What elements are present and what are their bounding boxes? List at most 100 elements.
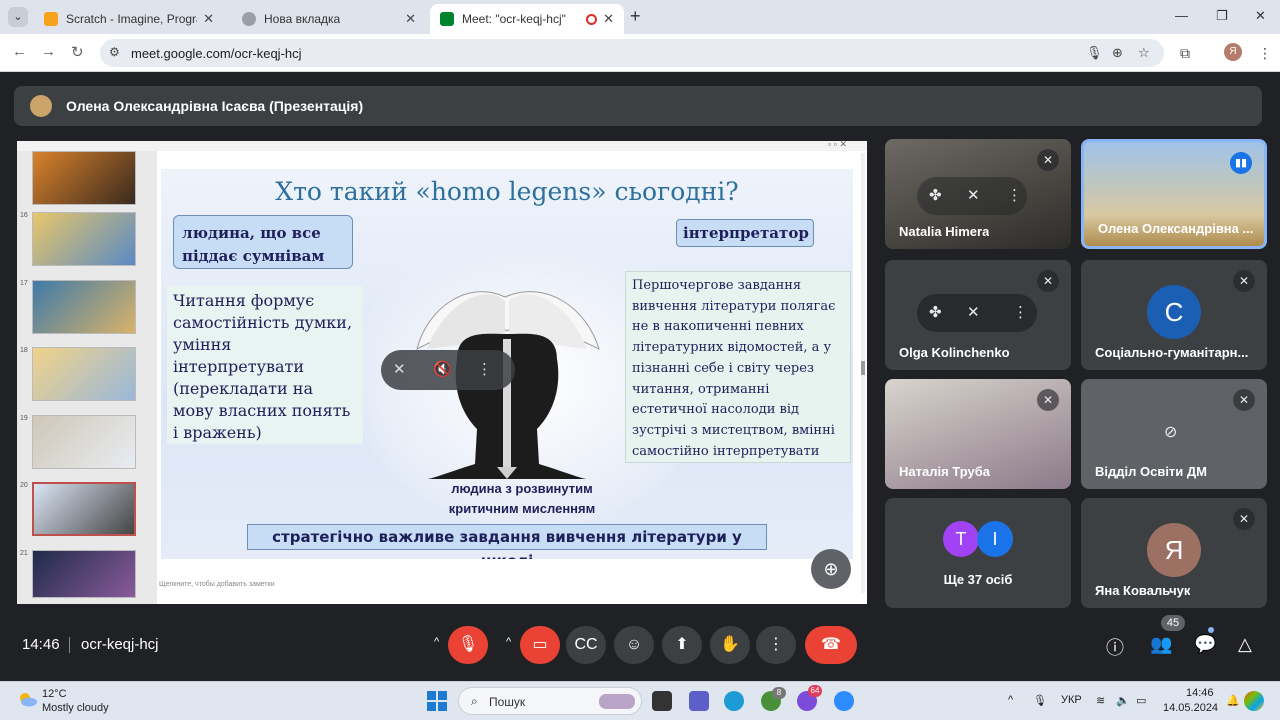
extensions-icon[interactable]: ⧉ bbox=[1180, 45, 1190, 62]
volume-icon[interactable]: 🔈 bbox=[1116, 694, 1130, 707]
meeting-details-icon[interactable]: ⓘ bbox=[1106, 634, 1124, 660]
slide-scrollbar[interactable] bbox=[861, 153, 865, 593]
taskbar-search[interactable]: ⌕ Пошук bbox=[458, 687, 642, 715]
pin-off-icon[interactable]: ✕ bbox=[393, 360, 406, 378]
browser-menu-icon[interactable]: ⋮ bbox=[1258, 45, 1272, 62]
participant-tile[interactable]: ✕ Наталія Труба bbox=[885, 379, 1071, 489]
tab-scratch[interactable]: Scratch - Imagine, Program, Sh ✕ bbox=[34, 4, 224, 34]
participant-name: Наталія Труба bbox=[899, 464, 990, 479]
participant-tile[interactable]: ✕ С Соціально-гуманітарн... bbox=[1081, 260, 1267, 370]
close-tab-icon[interactable]: ✕ bbox=[203, 11, 214, 27]
present-now-button[interactable]: ⬆ bbox=[662, 626, 702, 664]
tab-new-tab[interactable]: Нова вкладка ✕ bbox=[232, 4, 426, 34]
activities-icon[interactable]: △ bbox=[1238, 634, 1252, 655]
raise-hand-button[interactable]: ✋ bbox=[710, 626, 750, 664]
chrome-badge: 8 bbox=[772, 687, 786, 699]
slide-thumbnail[interactable] bbox=[32, 347, 136, 401]
input-language[interactable]: УКР bbox=[1061, 694, 1082, 706]
notifications-icon[interactable]: 🔔 bbox=[1226, 694, 1240, 707]
wifi-icon[interactable]: ≋ bbox=[1096, 694, 1105, 707]
pin-icon[interactable]: ✤ bbox=[929, 186, 942, 204]
pin-icon[interactable]: ✤ bbox=[929, 303, 942, 321]
close-tab-icon[interactable]: ✕ bbox=[603, 11, 614, 27]
site-info-icon[interactable]: ⚙ bbox=[109, 45, 120, 59]
participant-tile[interactable]: ✕ Я Яна Ковальчук bbox=[1081, 498, 1267, 608]
tab-search-button[interactable]: ⌄ bbox=[8, 7, 28, 27]
task-view-icon[interactable] bbox=[652, 691, 672, 711]
volume-off-icon[interactable]: ✕ bbox=[967, 186, 980, 204]
presentation-window: ▫ ▫ ✕ 16 17 18 19 20 21 Хто такий «homo … bbox=[17, 139, 867, 604]
participant-tile[interactable]: ✕ ✤ ✕ ⋮ Olga Kolinchenko bbox=[885, 260, 1071, 370]
more-options-button[interactable]: ⋮ bbox=[756, 626, 796, 664]
tile-controls: ✤ ✕ ⋮ bbox=[917, 294, 1037, 332]
video-settings-chevron-icon[interactable]: ^ bbox=[506, 636, 511, 648]
emoji-reactions-button[interactable]: ☺ bbox=[614, 626, 654, 664]
mic-off-icon: ✕ bbox=[1233, 270, 1255, 292]
participant-name: Соціально-гуманітарн... bbox=[1095, 345, 1249, 360]
forward-arrow-icon[interactable]: → bbox=[41, 43, 56, 60]
more-participants-tile[interactable]: Т І Ще 37 осіб bbox=[885, 498, 1071, 608]
slide-thumbnail[interactable] bbox=[32, 151, 136, 205]
browser-tab-bar: ⌄ Scratch - Imagine, Program, Sh ✕ Нова … bbox=[0, 0, 1280, 34]
leave-call-button[interactable]: ☎ bbox=[805, 626, 857, 664]
tab-meet[interactable]: Meet: "ocr-keqj-hcj" ✕ bbox=[430, 4, 624, 34]
divider bbox=[69, 637, 70, 653]
slide-thumbnail[interactable] bbox=[32, 212, 136, 266]
microphone-off-button[interactable]: 🎙 bbox=[448, 626, 488, 664]
slide-thumbnail-selected[interactable] bbox=[32, 482, 136, 536]
zoom-app-icon[interactable] bbox=[834, 691, 854, 711]
participant-name: Олена Олександрівна ... bbox=[1098, 221, 1254, 236]
show-hidden-icons[interactable]: ^ bbox=[1008, 694, 1013, 706]
participant-avatar: Я bbox=[1147, 523, 1201, 577]
globe-favicon-icon bbox=[242, 12, 256, 26]
address-bar[interactable]: ⚙ meet.google.com/ocr-keqj-hcj 🎙 ⊕ ☆ bbox=[100, 39, 1164, 67]
profile-avatar[interactable]: Я bbox=[1224, 43, 1242, 61]
zoom-icon[interactable]: ⊕ bbox=[1112, 45, 1123, 61]
clock-time[interactable]: 14:46 bbox=[1186, 687, 1214, 699]
windows-start-icon[interactable] bbox=[427, 691, 447, 711]
search-placeholder: Пошук bbox=[489, 695, 526, 709]
slide-thumbnail[interactable] bbox=[32, 415, 136, 469]
reload-icon[interactable]: ↻ bbox=[71, 43, 84, 61]
mic-off-icon: ✕ bbox=[1037, 389, 1059, 411]
more-options-icon[interactable]: ⋮ bbox=[1007, 186, 1022, 204]
more-options-icon[interactable]: ⋮ bbox=[1013, 303, 1028, 321]
edge-icon[interactable] bbox=[724, 691, 744, 711]
mic-off-icon: ✕ bbox=[1233, 389, 1255, 411]
scrollbar-thumb[interactable] bbox=[861, 361, 865, 375]
browser-toolbar: ← → ↻ ⚙ meet.google.com/ocr-keqj-hcj 🎙 ⊕… bbox=[0, 34, 1280, 72]
teams-icon[interactable] bbox=[689, 691, 709, 711]
people-icon[interactable]: 👥 bbox=[1150, 634, 1172, 655]
battery-icon[interactable]: ▭ bbox=[1136, 694, 1146, 707]
weather-temperature[interactable]: 12°C bbox=[42, 688, 67, 700]
back-arrow-icon[interactable]: ← bbox=[12, 43, 27, 60]
participant-tile[interactable]: ✕ ✤ ✕ ⋮ Natalia Himera bbox=[885, 139, 1071, 249]
captions-button[interactable]: CC bbox=[566, 626, 606, 664]
bookmark-star-icon[interactable]: ☆ bbox=[1138, 45, 1150, 61]
notes-placeholder[interactable]: Щелкните, чтобы добавить заметки bbox=[159, 581, 275, 588]
weather-condition[interactable]: Mostly cloudy bbox=[42, 702, 109, 714]
critical-thinking-caption: людина з розвинутим критичним мисленням bbox=[448, 481, 596, 516]
volume-off-icon[interactable]: ✕ bbox=[967, 303, 980, 321]
new-tab-button[interactable]: + bbox=[630, 6, 641, 27]
copilot-icon[interactable] bbox=[1244, 691, 1264, 711]
slide-thumbnail[interactable] bbox=[32, 550, 136, 598]
microphone-in-use-icon[interactable]: 🎙 bbox=[1033, 694, 1047, 707]
audio-settings-chevron-icon[interactable]: ^ bbox=[434, 636, 439, 648]
participant-tile-active-speaker[interactable]: ▮▮ Олена Олександрівна ... bbox=[1081, 139, 1267, 249]
slide-thumbnails: 16 17 18 19 20 21 bbox=[17, 151, 157, 604]
volume-off-icon[interactable]: 🔇 bbox=[433, 360, 452, 378]
zoom-in-button[interactable]: ⊕ bbox=[811, 549, 851, 589]
presentation-header: ▫ ▫ ✕ bbox=[17, 139, 867, 151]
more-options-icon[interactable]: ⋮ bbox=[477, 360, 492, 378]
slide-thumbnail[interactable] bbox=[32, 280, 136, 334]
close-tab-icon[interactable]: ✕ bbox=[405, 11, 416, 27]
close-window-button[interactable]: ✕ bbox=[1255, 8, 1266, 24]
chat-icon[interactable]: 💬 bbox=[1194, 634, 1216, 655]
clock-date[interactable]: 14.05.2024 bbox=[1163, 702, 1218, 714]
minimize-button[interactable]: — bbox=[1175, 8, 1188, 23]
microphone-icon[interactable]: 🎙 bbox=[1086, 45, 1103, 61]
restore-button[interactable]: ❐ bbox=[1216, 8, 1228, 24]
participant-tile[interactable]: ✕ ⊘ Відділ Освіти ДМ bbox=[1081, 379, 1267, 489]
camera-off-button[interactable]: ▭ bbox=[520, 626, 560, 664]
